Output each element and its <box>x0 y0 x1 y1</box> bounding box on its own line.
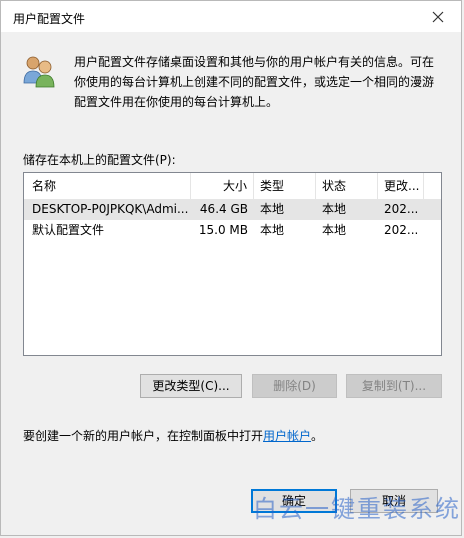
close-button[interactable] <box>415 1 461 32</box>
column-header-type[interactable]: 类型 <box>254 173 316 199</box>
hint-suffix: 。 <box>311 429 324 443</box>
change-type-button[interactable]: 更改类型(C)... <box>140 374 242 398</box>
create-account-hint: 要创建一个新的用户帐户，在控制面板中打开用户帐户。 <box>23 427 323 444</box>
users-icon <box>23 56 55 88</box>
row-type: 本地 <box>260 223 285 237</box>
intro-line-1: 用户配置文件存储桌面设置和其他与你的用户帐户有关的信息。可在 <box>74 55 435 69</box>
profiles-list-label: 储存在本机上的配置文件(P): <box>23 153 176 167</box>
window-title: 用户配置文件 <box>13 12 86 26</box>
user-accounts-link[interactable]: 用户帐户 <box>263 429 311 443</box>
list-header: 名称 大小 类型 状态 更改... <box>24 173 441 199</box>
row-name: 默认配置文件 <box>32 223 105 237</box>
intro-description: 用户配置文件存储桌面设置和其他与你的用户帐户有关的信息。可在 你使用的每台计算机… <box>74 52 446 112</box>
row-status: 本地 <box>322 223 347 237</box>
intro-line-2: 你使用的每台计算机上创建不同的配置文件，或选定一个相同的漫游 <box>74 75 435 89</box>
column-header-status[interactable]: 状态 <box>316 173 378 199</box>
copy-to-button[interactable]: 复制到(T)... <box>346 374 442 398</box>
row-status: 本地 <box>322 202 347 216</box>
column-header-size[interactable]: 大小 <box>191 173 254 199</box>
row-name: DESKTOP-P0JPKQK\Admi... <box>32 202 189 216</box>
column-header-modified[interactable]: 更改... <box>378 173 424 199</box>
close-icon <box>432 11 444 22</box>
column-header-name[interactable]: 名称 <box>24 173 191 199</box>
row-type: 本地 <box>260 202 285 216</box>
user-profiles-dialog: 用户配置文件 用户配置文件存储桌面设置和其他与你的用户帐户有关的信息。可在 你使… <box>0 0 462 536</box>
profiles-list[interactable]: 名称 大小 类型 状态 更改... DESKTOP-P0JPKQK\Admi..… <box>23 172 442 356</box>
row-size: 46.4 GB <box>199 202 248 216</box>
watermark: 白云一键重装系统 <box>253 495 461 523</box>
row-size: 15.0 MB <box>198 223 248 237</box>
intro-line-3: 配置文件用在你使用的每台计算机上。 <box>74 95 279 109</box>
table-row[interactable]: 默认配置文件 15.0 MB 本地 本地 202... <box>24 220 441 241</box>
delete-button[interactable]: 删除(D) <box>252 374 337 398</box>
hint-text: 要创建一个新的用户帐户，在控制面板中打开 <box>23 429 264 443</box>
title-bar: 用户配置文件 <box>1 1 461 32</box>
row-modified: 202... <box>384 223 419 237</box>
table-row[interactable]: DESKTOP-P0JPKQK\Admi... 46.4 GB 本地 本地 20… <box>24 199 441 220</box>
row-modified: 202... <box>384 202 419 216</box>
